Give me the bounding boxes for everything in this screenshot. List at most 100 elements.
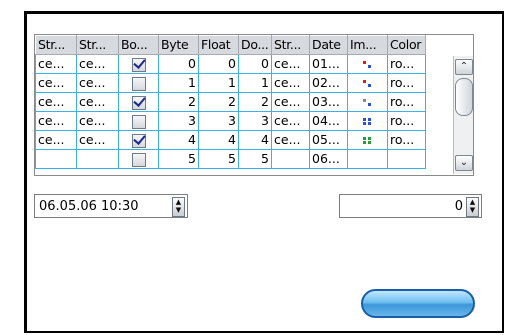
cell-double[interactable]: 2 (238, 92, 272, 112)
cell-date[interactable]: 05... (309, 130, 348, 150)
cell-string[interactable]: ce... (35, 92, 77, 112)
cell-float[interactable]: 5 (198, 149, 239, 169)
cell-byte[interactable]: 5 (158, 149, 199, 169)
cell-byte[interactable]: 3 (158, 111, 199, 131)
cell-string[interactable]: ce... (271, 130, 310, 150)
column-header[interactable]: Color (387, 35, 426, 55)
cell-checkbox[interactable] (118, 130, 159, 150)
cell-color[interactable]: ro... (387, 111, 426, 131)
cell-string[interactable]: ce... (271, 54, 310, 74)
cell-float[interactable]: 2 (198, 92, 239, 112)
action-button[interactable] (361, 289, 475, 318)
grid-table: Str... Str... Bo... Byte Float Do... Str… (35, 35, 426, 169)
image-green-four-icon (362, 136, 373, 145)
chevron-down-icon[interactable]: ⌄ (455, 155, 473, 171)
cell-string[interactable] (271, 149, 310, 169)
number-spinner[interactable]: ▲ ▼ (466, 197, 479, 217)
cell-checkbox[interactable] (118, 92, 159, 112)
cell-string[interactable]: ce... (271, 111, 310, 131)
cell-date[interactable]: 02... (309, 73, 348, 93)
checkbox[interactable] (131, 57, 146, 72)
cell-checkbox[interactable] (118, 149, 159, 169)
cell-byte[interactable]: 2 (158, 92, 199, 112)
checkbox[interactable] (131, 76, 146, 91)
cell-color[interactable] (387, 149, 426, 169)
cell-string[interactable]: ce... (76, 130, 119, 150)
cell-checkbox[interactable] (118, 54, 159, 74)
cell-image[interactable] (347, 54, 388, 74)
cell-string[interactable]: ce... (271, 92, 310, 112)
data-grid[interactable]: Str... Str... Bo... Byte Float Do... Str… (34, 34, 474, 176)
column-header[interactable]: Float (198, 35, 239, 55)
datetime-picker[interactable]: 06.05.06 10:30 ▲ ▼ (34, 194, 188, 218)
cell-checkbox[interactable] (118, 73, 159, 93)
checkbox[interactable] (131, 95, 146, 110)
table-row[interactable]: ce... ce... 3 3 3 ce... 04... ro... (35, 111, 426, 131)
cell-byte[interactable]: 1 (158, 73, 199, 93)
image-blue-four-icon (362, 117, 373, 126)
cell-date[interactable]: 06... (309, 149, 348, 169)
cell-date[interactable]: 01... (309, 54, 348, 74)
column-header[interactable]: Date (309, 35, 348, 55)
image-red-blue-icon (362, 60, 373, 69)
datetime-spinner[interactable]: ▲ ▼ (172, 197, 185, 217)
datetime-value: 06.05.06 10:30 (39, 199, 139, 214)
checkbox[interactable] (131, 133, 146, 148)
column-header[interactable]: Str... (76, 35, 119, 55)
cell-double[interactable]: 1 (238, 73, 272, 93)
cell-date[interactable]: 04... (309, 111, 348, 131)
cell-image[interactable] (347, 73, 388, 93)
cell-string[interactable]: ce... (76, 54, 119, 74)
number-field[interactable]: 0 ▲ ▼ (339, 194, 482, 218)
cell-string[interactable]: ce... (35, 130, 77, 150)
cell-image[interactable] (347, 149, 388, 169)
cell-image[interactable] (347, 92, 388, 112)
column-header[interactable]: Str... (35, 35, 77, 55)
cell-byte[interactable]: 4 (158, 130, 199, 150)
column-header[interactable]: Bo... (118, 35, 159, 55)
cell-float[interactable]: 3 (198, 111, 239, 131)
cell-float[interactable]: 1 (198, 73, 239, 93)
table-row[interactable]: ce... ce... 1 1 1 ce... 02... ro... (35, 73, 426, 93)
scrollbar-thumb[interactable] (455, 78, 473, 116)
checkbox[interactable] (131, 114, 146, 129)
cell-color[interactable]: ro... (387, 130, 426, 150)
cell-double[interactable]: 3 (238, 111, 272, 131)
image-red-blue-icon (362, 79, 373, 88)
cell-string[interactable] (76, 149, 119, 169)
checkbox[interactable] (131, 152, 146, 167)
cell-byte[interactable]: 0 (158, 54, 199, 74)
column-header[interactable]: Im... (347, 35, 388, 55)
cell-string[interactable]: ce... (35, 54, 77, 74)
vertical-scrollbar[interactable]: ⌃ ⌄ (453, 56, 473, 174)
cell-color[interactable]: ro... (387, 54, 426, 74)
cell-double[interactable]: 5 (238, 149, 272, 169)
cell-string[interactable]: ce... (35, 111, 77, 131)
cell-string[interactable]: ce... (271, 73, 310, 93)
table-row[interactable]: 5 5 5 06... (35, 149, 426, 169)
cell-date[interactable]: 03... (309, 92, 348, 112)
table-row[interactable]: ce... ce... 0 0 0 ce... 01... ro... (35, 54, 426, 74)
cell-double[interactable]: 4 (238, 130, 272, 150)
cell-float[interactable]: 0 (198, 54, 239, 74)
cell-color[interactable]: ro... (387, 73, 426, 93)
cell-image[interactable] (347, 111, 388, 131)
column-header[interactable]: Do... (238, 35, 272, 55)
cell-string[interactable] (35, 149, 77, 169)
cell-string[interactable]: ce... (76, 92, 119, 112)
column-header[interactable]: Byte (158, 35, 199, 55)
image-gray-blue-icon (362, 98, 373, 107)
cell-string[interactable]: ce... (35, 73, 77, 93)
cell-checkbox[interactable] (118, 111, 159, 131)
cell-double[interactable]: 0 (238, 54, 272, 74)
cell-string[interactable]: ce... (76, 73, 119, 93)
column-header[interactable]: Str... (271, 35, 310, 55)
header-row: Str... Str... Bo... Byte Float Do... Str… (35, 35, 426, 55)
chevron-up-icon[interactable]: ⌃ (455, 59, 473, 75)
cell-image[interactable] (347, 130, 388, 150)
cell-color[interactable]: ro... (387, 92, 426, 112)
table-row[interactable]: ce... ce... 2 2 2 ce... 03... ro... (35, 92, 426, 112)
table-row[interactable]: ce... ce... 4 4 4 ce... 05... ro... (35, 130, 426, 150)
cell-string[interactable]: ce... (76, 111, 119, 131)
cell-float[interactable]: 4 (198, 130, 239, 150)
